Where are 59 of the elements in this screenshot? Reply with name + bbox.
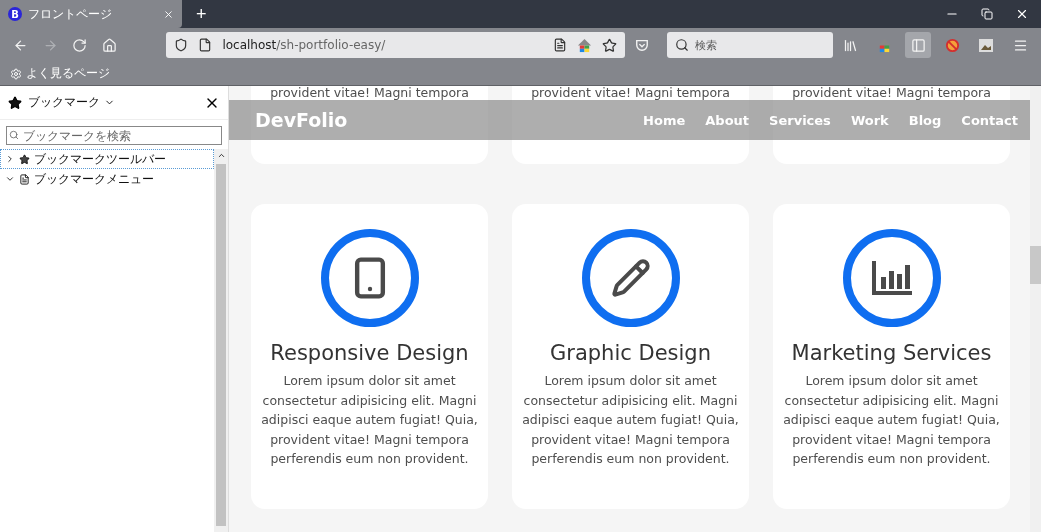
- browser-tab[interactable]: B フロントページ: [0, 0, 182, 28]
- shield-icon: [174, 38, 189, 52]
- card-text: provident vitae! Magni tempora: [792, 86, 991, 100]
- card-title: Responsive Design: [270, 341, 469, 365]
- home-icon[interactable]: [102, 37, 118, 53]
- nav-link[interactable]: Blog: [908, 112, 942, 128]
- chevron-right-icon: [5, 154, 15, 164]
- card-text: Lorem ipsum dolor sit amet consectetur adipisicing elit. Magni adipisci eaque autem fugiat! Quia, provident vitae! Magni tempora perferendis eum non provident.: [521, 372, 740, 468]
- card-text: Lorem ipsum dolor sit amet consectetur adipisicing elit. Magni adipisci eaque autem fugiat! Quia, provident vitae! Magni tempora perferendis eum non provident.: [782, 372, 1001, 468]
- nav-link[interactable]: Services: [769, 112, 831, 128]
- image-icon[interactable]: [979, 38, 993, 52]
- scrollbar[interactable]: [1030, 86, 1041, 532]
- bookmark-search-field[interactable]: ブックマークを検索: [6, 126, 222, 145]
- scroll-up-icon[interactable]: [216, 151, 226, 160]
- nav-link[interactable]: About: [705, 112, 750, 128]
- search-icon: [675, 38, 689, 52]
- reload-icon[interactable]: [72, 37, 88, 53]
- library-icon[interactable]: [842, 37, 858, 53]
- tree-item[interactable]: ブックマークツールバー: [0, 149, 214, 169]
- sidebar-title[interactable]: ブックマーク: [28, 94, 115, 111]
- scrollbar[interactable]: [214, 149, 228, 532]
- star-icon: [19, 153, 30, 165]
- favicon: B: [8, 7, 22, 21]
- url-text: localhost/sh-portfolio-easy/: [222, 38, 387, 52]
- address-bar[interactable]: localhost/sh-portfolio-easy/: [166, 32, 626, 58]
- sidebar-button[interactable]: [905, 32, 931, 58]
- new-tab-button[interactable]: +: [186, 0, 217, 28]
- search-field[interactable]: 検索: [667, 32, 833, 58]
- star-icon: [8, 95, 22, 110]
- brand-logo[interactable]: DevFolio: [255, 109, 348, 131]
- list-icon: [19, 173, 30, 185]
- card-title: Marketing Services: [791, 341, 992, 365]
- house-icon[interactable]: [577, 37, 593, 53]
- star-icon[interactable]: [602, 37, 618, 53]
- nav-link[interactable]: Home: [643, 112, 686, 128]
- tab-title: フロントページ: [28, 5, 113, 23]
- search-icon: [9, 129, 19, 140]
- card-title: Graphic Design: [550, 341, 711, 365]
- chevron-down-icon: [5, 174, 15, 184]
- card-text: Lorem ipsum dolor sit amet consectetur adipisicing elit. Magni adipisci eaque autem fugiat! Quia, provident vitae! Magni tempora perferendis eum non provident.: [260, 372, 479, 468]
- card-text: provident vitae! Magni tempora: [531, 86, 730, 100]
- restore-icon[interactable]: [981, 8, 993, 20]
- reader-view-icon[interactable]: [553, 38, 568, 52]
- nav-link[interactable]: Work: [850, 112, 889, 128]
- tree-item[interactable]: ブックマークメニュー: [0, 169, 214, 189]
- pencil-icon: [610, 258, 651, 298]
- forward-icon[interactable]: [42, 37, 58, 53]
- nav-link[interactable]: Contact: [961, 112, 1018, 128]
- pocket-icon[interactable]: [635, 38, 650, 52]
- no-entry-icon[interactable]: [944, 37, 960, 53]
- bookmark-item[interactable]: よく見るページ: [8, 65, 112, 82]
- bar-chart-icon: [871, 261, 912, 295]
- back-icon[interactable]: [13, 37, 29, 53]
- page-icon: [198, 38, 213, 52]
- close-icon[interactable]: [1015, 7, 1029, 21]
- menu-icon[interactable]: [1012, 37, 1028, 53]
- sidebar-icon: [910, 37, 926, 53]
- card-text: provident vitae! Magni tempora: [270, 86, 469, 100]
- gear-icon: [10, 67, 22, 80]
